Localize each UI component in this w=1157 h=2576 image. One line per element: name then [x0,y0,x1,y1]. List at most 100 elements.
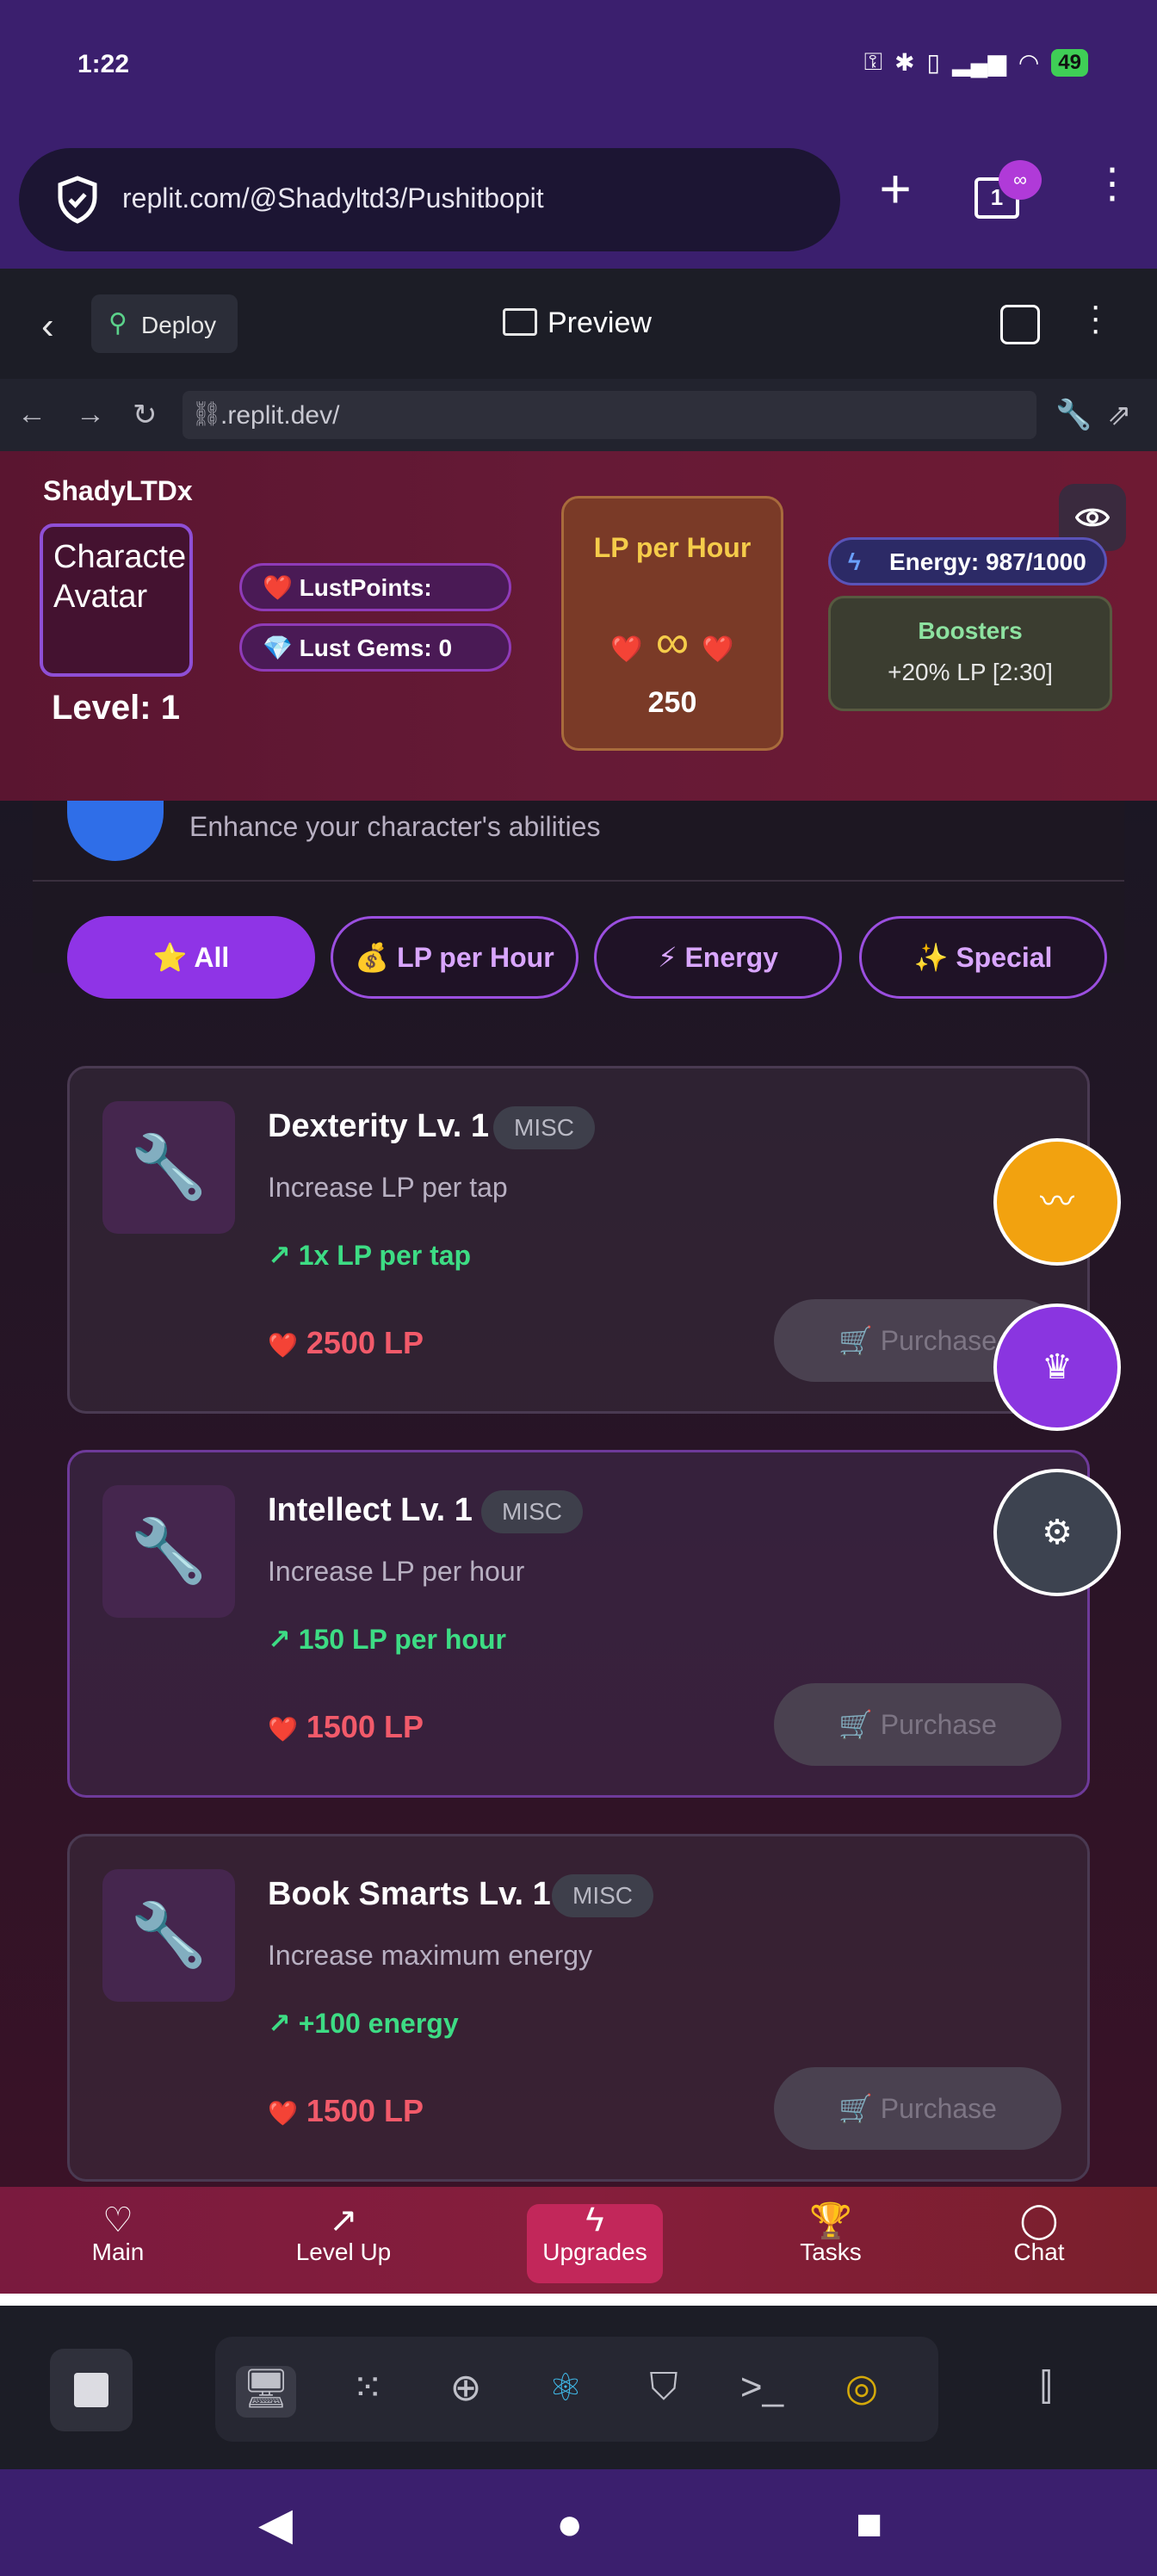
terminal-tool-icon[interactable]: >_ [732,2366,792,2418]
stop-button[interactable] [50,2349,133,2431]
android-back-icon[interactable]: ◀ [258,2499,293,2550]
avatar[interactable]: Characte Avatar [40,523,193,677]
apps-tool-icon[interactable]: ⁙ [337,2366,398,2418]
upgrade-title: Book Smarts Lv. 1 [268,1876,551,1912]
replit-toolbar: ‹ ⚲ Deploy Preview · · · [0,269,1157,379]
browser-menu-icon[interactable]: ⋮ [1092,164,1133,227]
url-bar[interactable]: replit.com/@Shadyltd3/Pushitbopit [19,148,840,251]
trending-up-icon: ↗ [268,1240,291,1271]
zap-icon: ϟ [585,2201,604,2239]
heart-icon: ♡ [102,2201,133,2239]
level-label: Level: 1 [52,689,180,727]
replit-taskbar: 🖥 ⁙ ⊕ ⚛ ⛉ >_ ◎ ⫿ [0,2306,1157,2469]
energy-chip: ϟ Energy: 987/1000 [828,537,1107,585]
security-tool-icon[interactable]: ⛉ [634,2366,694,2418]
android-nav-bar: ◀ ● ■ [0,2469,1157,2576]
divider [0,2294,1157,2306]
upgrade-effect-text: 1x LP per tap [298,1240,472,1271]
android-recents-icon[interactable]: ■ [856,2499,882,2550]
upgrade-effect: ↗ +100 energy [268,2007,459,2040]
boosters-title: Boosters [918,617,1023,644]
username: ShadyLTDx [43,475,193,506]
shield-icon [58,176,97,224]
infinity-icon: ∞ [655,616,690,668]
upgrade-card-book-smarts: 🔧 Book Smarts Lv. 1 MISC Increase maximu… [67,1834,1090,2182]
wrench-icon: 🔧 [102,1485,235,1618]
upgrade-effect-text: 150 LP per hour [298,1624,506,1655]
battery-icon: 49 [1051,48,1088,77]
replit-menu-icon[interactable]: · · · [1090,288,1101,347]
nav-label: Main [91,2239,145,2265]
heart-icon: ❤️ [610,635,643,664]
nav-main[interactable]: ♡ Main [45,2201,191,2266]
nav-tasks[interactable]: 🏆 Tasks [758,2201,904,2266]
new-tab-button[interactable]: + [865,161,925,222]
crown-fab-button[interactable]: ♛ [993,1303,1121,1431]
trophy-icon: 🏆 [809,2202,852,2240]
key-icon: ⚿ [863,48,883,75]
nav-level-up[interactable]: ↗ Level Up [270,2201,417,2266]
trending-up-icon: ↗ [268,1624,291,1655]
lp-per-hour-title: LP per Hour [593,532,752,563]
zap-icon: ϟ [848,548,861,575]
deploy-tool-icon[interactable]: ⊕ [436,2366,496,2418]
boosters-card[interactable]: Boosters +20% LP [2:30] [828,596,1112,711]
chat-icon: ◯ [1019,2201,1059,2239]
purchase-button[interactable]: 🛒 Purchase [774,2067,1061,2150]
category-badge: MISC [493,1106,595,1149]
nav-label: Tasks [800,2239,862,2265]
nav-back-icon[interactable]: ← [17,398,46,431]
nav-forward-icon[interactable]: → [76,398,105,431]
panel-toggle-icon[interactable]: ⫿ [1040,2366,1052,2409]
upgrade-cost: ❤️ 1500 LP [268,2093,424,2129]
android-home-icon[interactable]: ● [556,2499,583,2550]
filter-lp-per-hour[interactable]: 💰 LP per Hour [331,916,578,999]
upgrade-card-dexterity: 🔧 Dexterity Lv. 1 MISC Increase LP per t… [67,1066,1090,1414]
eye-icon [1075,508,1110,527]
upgrade-effect-text: +100 energy [298,2008,459,2039]
deploy-label: Deploy [141,312,217,338]
wifi-icon: ◠ [1018,49,1040,76]
nav-label: Level Up [295,2239,392,2265]
preview-address-row: ← → ↻ ⛓ .replit.dev/ 🔧 ⇗ [0,379,1157,451]
lust-points-chip: ❤️ LustPoints: 5069.5 [239,563,511,646]
assistant-tool-icon[interactable]: ◎ [832,2366,892,2418]
react-tool-icon[interactable]: ⚛ [535,2366,596,2418]
status-bar: 1:22 ⚿ ✱ ▯ ▂▄▆ ◠ 49 [0,0,1157,138]
heart-icon: ❤️ [263,574,293,601]
preview-tool-icon[interactable]: 🖥 [236,2366,296,2418]
upgrade-effect: ↗ 150 LP per hour [268,1623,506,1656]
purchase-label: Purchase [880,1709,997,1740]
deploy-button[interactable]: ⚲ Deploy [91,294,238,353]
crown-icon: ♛ [1042,1348,1073,1386]
heart-icon: ❤️ [702,635,734,664]
filter-special[interactable]: ✨ Special [859,916,1107,999]
reload-icon[interactable]: ↻ [133,398,158,432]
incognito-badge: ∞ [999,160,1042,200]
preview-address-text: .replit.dev/ [220,401,340,430]
activity-fab-button[interactable]: 〰 [993,1138,1121,1266]
trending-up-icon: ↗ [329,2201,358,2239]
wrench-icon[interactable]: 🔧 [1055,398,1092,432]
heart-icon: ❤️ [268,1716,298,1743]
back-icon[interactable]: ‹ [41,305,54,348]
divider [33,880,1124,882]
signal-icon: ▂▄▆ [951,49,1006,76]
upgrade-title: Dexterity Lv. 1 [268,1108,489,1144]
settings-fab-button[interactable]: ⚙ [993,1469,1121,1596]
upgrade-description: Increase LP per hour [268,1556,525,1587]
preview-address-field[interactable]: ⛓ .replit.dev/ [183,391,1036,439]
external-link-icon[interactable]: ⇗ [1107,398,1132,432]
filter-all[interactable]: ⭐ All [67,916,315,999]
purchase-button[interactable]: 🛒 Purchase [774,1683,1061,1766]
monitor-icon [503,308,537,336]
nav-upgrades[interactable]: ϟ Upgrades [522,2201,668,2266]
upgrade-title: Intellect Lv. 1 [268,1492,473,1528]
status-icons: ⚿ ✱ ▯ ▂▄▆ ◠ 49 [864,48,1088,77]
gem-icon: 💎 [263,635,293,661]
window-icon[interactable] [1000,305,1040,344]
nav-chat[interactable]: ◯ Chat [966,2201,1112,2266]
filter-energy[interactable]: ⚡ Energy [594,916,842,999]
browser-toolbar: replit.com/@Shadyltd3/Pushitbopit + 1 ⋮ [0,138,1157,269]
upgrade-cost-text: 1500 LP [306,1709,424,1744]
